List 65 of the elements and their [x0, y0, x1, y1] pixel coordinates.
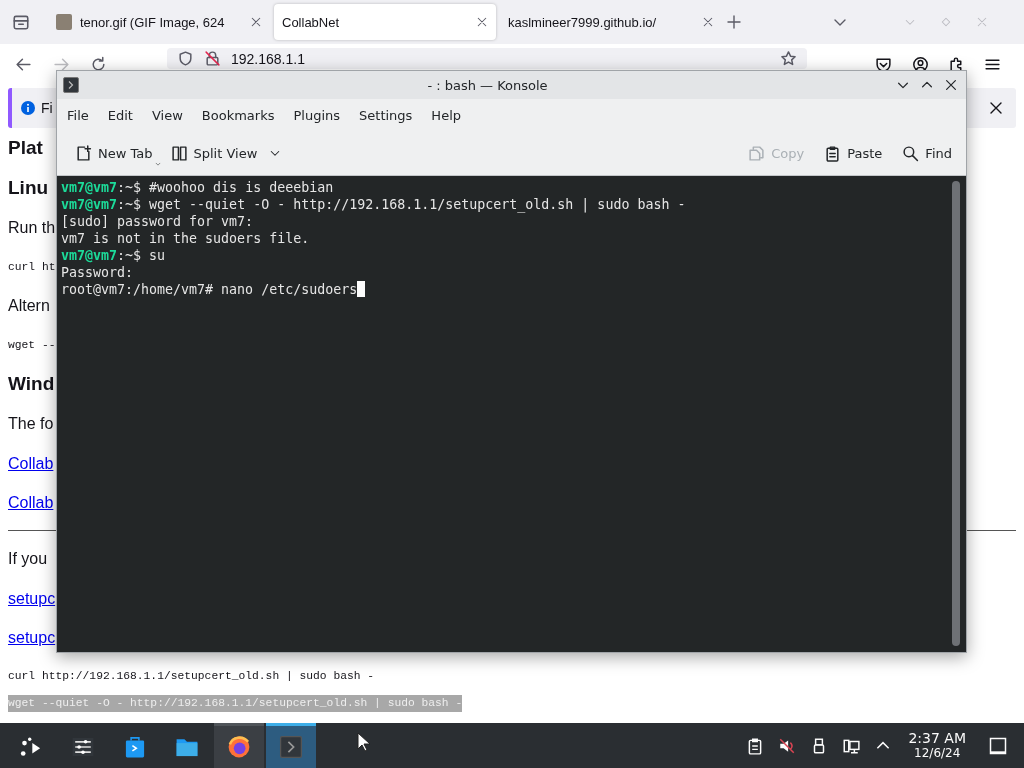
- close-icon[interactable]: [944, 78, 958, 92]
- browser-icon: [226, 734, 252, 760]
- desktop-icon[interactable]: [988, 735, 1008, 756]
- page-link[interactable]: Collab: [8, 454, 54, 474]
- page-link[interactable]: setupc: [8, 589, 56, 609]
- close-icon[interactable]: [988, 100, 1004, 116]
- info-icon: [20, 100, 36, 116]
- page-link[interactable]: setupc: [8, 628, 56, 648]
- notification-text: Fi: [41, 100, 53, 116]
- terminal-line: vm7@vm7:~$ #woohoo dis is deeebian: [61, 179, 335, 196]
- code-line: curl ht: [8, 260, 56, 275]
- columns-icon: [170, 144, 188, 162]
- browser-tab[interactable]: kaslmineer7999.github.io/: [500, 4, 722, 40]
- browser-tab[interactable]: CollabNet: [274, 4, 496, 40]
- window-title: - : bash — Konsole: [426, 77, 549, 93]
- terminal-line: [sudo] password for vm7:: [61, 213, 255, 230]
- page-heading: Wind: [8, 372, 55, 396]
- shield-icon[interactable]: [177, 50, 194, 67]
- menu-item[interactable]: Edit: [99, 103, 141, 127]
- copy-icon: [748, 144, 766, 162]
- clock-date[interactable]: 12/6/24: [914, 745, 961, 761]
- taskbar-button[interactable]: [214, 723, 264, 768]
- terminal-line: root@vm7:/home/vm7# nano /etc/sudoers: [61, 281, 948, 298]
- toolbar-button[interactable]: Find: [896, 140, 958, 166]
- terminal-line: Password:: [61, 264, 135, 281]
- terminal-line: vm7@vm7:~$ su: [61, 247, 167, 264]
- code-line: curl http://192.168.1.1/setupcert_old.sh | sudo bash -: [8, 669, 375, 684]
- toolbar-button[interactable]: New Tab: [69, 140, 159, 166]
- pocket-icon[interactable]: [875, 55, 892, 73]
- toolbar-button[interactable]: Paste: [818, 140, 889, 166]
- clipboard-icon: [824, 144, 842, 162]
- page-text: If you: [8, 549, 48, 569]
- page-text: The fo: [8, 414, 54, 434]
- lock-slash-icon[interactable]: [204, 50, 221, 67]
- page-text: Run th: [8, 218, 56, 238]
- plus-icon[interactable]: [726, 14, 742, 30]
- code-line: wget --: [8, 338, 56, 353]
- back-icon[interactable]: [15, 55, 32, 73]
- terminal-line: vm7@vm7:~$ wget --quiet -O - http://192.168.1.1/setupcert_old.sh | sudo bash -: [61, 196, 687, 213]
- cursor-icon: [357, 732, 371, 752]
- terminal-icon: [278, 734, 304, 760]
- page-heading: Linu: [8, 176, 49, 200]
- star-icon[interactable]: [780, 50, 797, 67]
- toolbar-button[interactable]: Split View: [164, 140, 288, 166]
- scrollbar[interactable]: [952, 181, 960, 646]
- address-bar[interactable]: 192.168.1.1: [167, 48, 807, 69]
- browser-tab[interactable]: tenor.gif (GIF Image, 624: [48, 4, 270, 40]
- speaker-muted-icon[interactable]: [778, 736, 797, 755]
- box-icon[interactable]: [12, 13, 30, 31]
- search-icon: [902, 144, 920, 162]
- new-tab-icon: [75, 144, 92, 162]
- clock-time[interactable]: 2:37 AM: [908, 730, 966, 746]
- menu-item[interactable]: File: [59, 103, 97, 127]
- menu-item[interactable]: Help: [423, 103, 469, 127]
- page-link[interactable]: Collab: [8, 493, 54, 513]
- menu-item[interactable]: View: [143, 103, 191, 127]
- reload-icon[interactable]: [90, 55, 107, 73]
- account-icon[interactable]: [912, 55, 929, 73]
- page-heading: Plat: [8, 136, 43, 160]
- terminal-line: vm7 is not in the sudoers file.: [61, 230, 311, 247]
- menu-item[interactable]: Plugins: [285, 103, 349, 127]
- page-text: Altern: [8, 296, 50, 316]
- terminal-icon: [63, 77, 79, 93]
- menu-item[interactable]: Bookmarks: [193, 103, 283, 127]
- menu-item[interactable]: Settings: [351, 103, 421, 127]
